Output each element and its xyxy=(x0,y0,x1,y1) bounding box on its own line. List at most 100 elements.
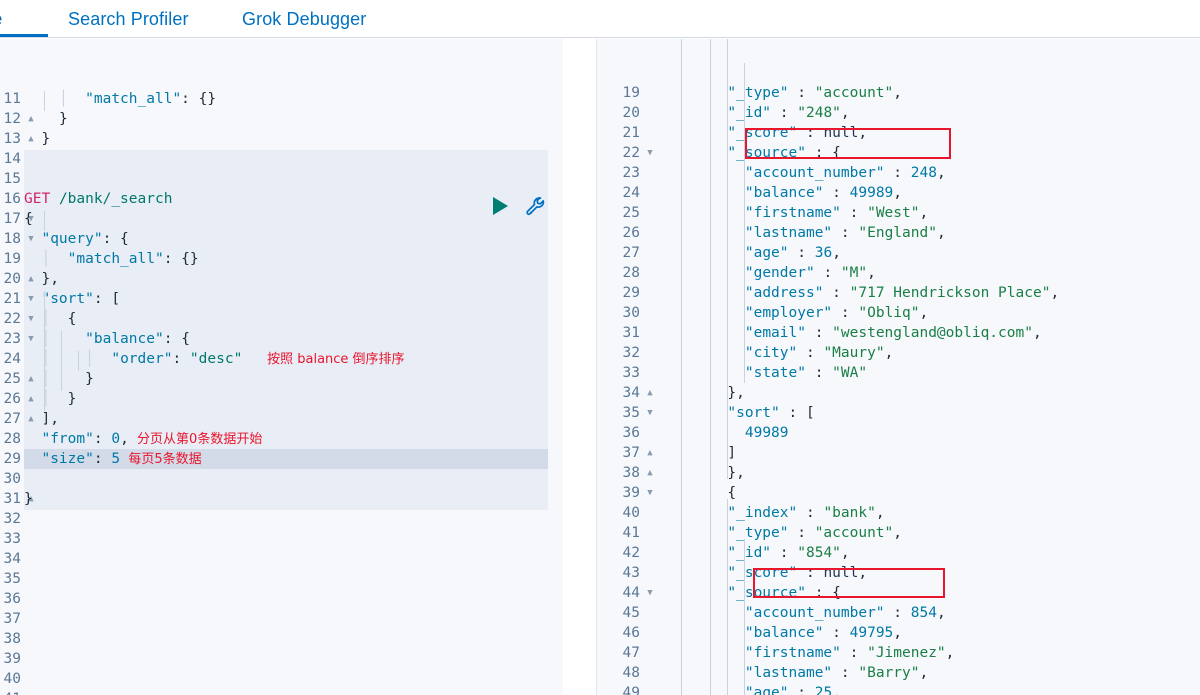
code-line[interactable] xyxy=(24,649,563,669)
code-line[interactable]: } xyxy=(24,109,563,129)
indent-guide xyxy=(44,211,45,231)
fold-up-icon[interactable]: ▲ xyxy=(645,443,655,463)
code-line[interactable]: }, xyxy=(24,269,563,289)
code-line[interactable]: │ "balance": { xyxy=(24,329,563,349)
tab-console[interactable]: ole xyxy=(0,0,2,38)
code-line[interactable]: { xyxy=(24,209,563,229)
code-line[interactable]: "email" : "westengland@obliq.com", xyxy=(675,323,1200,343)
code-line[interactable]: "age" : 36, xyxy=(675,243,1200,263)
fold-down-icon[interactable]: ▼ xyxy=(645,143,655,163)
code-line[interactable]: "_type" : "account", xyxy=(675,523,1200,543)
code-line[interactable]: │ { xyxy=(24,309,563,329)
line-number: 20 ▲ xyxy=(0,269,34,289)
code-line[interactable]: "firstname" : "Jimenez", xyxy=(675,643,1200,663)
fold-up-icon[interactable]: ▲ xyxy=(645,463,655,483)
fold-down-icon[interactable]: ▼ xyxy=(645,403,655,423)
fold-down-icon[interactable]: ▼ xyxy=(645,583,655,603)
code-line[interactable]: "_score" : null, xyxy=(675,123,1200,143)
line-number: 23 xyxy=(622,165,640,181)
code-line[interactable]: GET /bank/_search xyxy=(24,189,563,209)
code-line[interactable]: "_id" : "854", xyxy=(675,543,1200,563)
code-line[interactable] xyxy=(24,629,563,649)
code-line[interactable] xyxy=(24,569,563,589)
response-output-pane[interactable]: 19 20 21 22 ▼ 23 24 25 26 27 28 29 30 31 32 33 34 ▲ 35 ▼ 36 3… xyxy=(597,39,1200,695)
pane-resize-handle[interactable] xyxy=(563,39,1144,695)
fold-down-icon[interactable]: ▼ xyxy=(645,483,655,503)
code-line[interactable]: "size": 5 每页5条数据 xyxy=(24,449,563,469)
code-line[interactable]: }, xyxy=(675,383,1200,403)
line-number: 34 ▲ xyxy=(597,383,653,403)
code-line[interactable]: "city" : "Maury", xyxy=(675,343,1200,363)
line-number: 16 xyxy=(3,191,21,207)
tab-console-label: ole xyxy=(0,9,2,30)
code-line[interactable]: "state" : "WA" xyxy=(675,363,1200,383)
code-line[interactable] xyxy=(24,529,563,549)
code-line[interactable]: 49989 xyxy=(675,423,1200,443)
line-number: 42 xyxy=(622,545,640,561)
fold-up-icon[interactable]: ▲ xyxy=(645,383,655,403)
wrench-icon[interactable] xyxy=(524,195,548,219)
line-number: 31 xyxy=(622,325,640,341)
code-line[interactable]: "_index" : "bank", xyxy=(675,503,1200,523)
play-icon[interactable] xyxy=(489,195,511,217)
code-line[interactable]: "_score" : null, xyxy=(675,563,1200,583)
code-line[interactable]: "sort" : [ xyxy=(675,403,1200,423)
code-line[interactable] xyxy=(24,549,563,569)
annotation-note: 按照 balance 倒序排序 xyxy=(242,352,405,367)
request-editor-pane[interactable]: 11 12 ▲ 13 ▲ 14 15 16 17 ▼ 18 ▼ 19 20 ▲ 21 ▼ 22 ▼ 23 ▼ 24 25 ▲ 2… xyxy=(0,39,563,695)
code-line[interactable]: "firstname" : "West", xyxy=(675,203,1200,223)
line-number: 41 xyxy=(622,525,640,541)
code-line[interactable]: "sort": [ xyxy=(24,289,563,309)
line-number: 30 xyxy=(3,471,21,487)
code-line[interactable]: │ } xyxy=(24,389,563,409)
code-line[interactable]: "lastname" : "England", xyxy=(675,223,1200,243)
line-number: 22 ▼ xyxy=(597,143,653,163)
code-line[interactable]: } xyxy=(24,489,563,509)
code-line[interactable] xyxy=(24,169,563,189)
code-line[interactable] xyxy=(24,509,563,529)
line-number: 37 ▲ xyxy=(597,443,653,463)
code-line[interactable] xyxy=(24,689,563,695)
output-code-text[interactable]: "_type" : "account", "_id" : "248", "_sc… xyxy=(675,83,1200,695)
editor-code-text[interactable]: │ "match_all": {} } } GET /bank/_search{ … xyxy=(24,89,563,695)
code-line[interactable]: "employer" : "Obliq", xyxy=(675,303,1200,323)
code-line[interactable] xyxy=(24,669,563,689)
line-number: 39 xyxy=(3,651,21,667)
tab-grok-debugger[interactable]: Grok Debugger xyxy=(242,0,366,38)
line-number: 18 ▼ xyxy=(0,229,34,249)
code-line[interactable]: }, xyxy=(675,463,1200,483)
code-line[interactable]: │ "match_all": {} xyxy=(24,249,563,269)
code-line[interactable]: "balance" : 49795, xyxy=(675,623,1200,643)
code-line[interactable]: "account_number" : 248, xyxy=(675,163,1200,183)
code-line[interactable]: "account_number" : 854, xyxy=(675,603,1200,623)
code-line[interactable]: "_id" : "248", xyxy=(675,103,1200,123)
code-line[interactable]: │ } xyxy=(24,369,563,389)
line-number: 32 xyxy=(622,345,640,361)
code-line[interactable]: "from": 0, 分页从第0条数据开始 xyxy=(24,429,563,449)
line-number: 27 xyxy=(622,245,640,261)
code-line[interactable]: "age" : 25, xyxy=(675,683,1200,695)
code-line[interactable]: "balance" : 49989, xyxy=(675,183,1200,203)
code-line[interactable]: "query": { xyxy=(24,229,563,249)
line-number: 46 xyxy=(622,625,640,641)
tab-search-profiler[interactable]: Search Profiler xyxy=(68,0,189,38)
code-line[interactable]: │ "match_all": {} xyxy=(24,89,563,109)
code-line[interactable]: "gender" : "M", xyxy=(675,263,1200,283)
line-number: 36 xyxy=(622,425,640,441)
code-line[interactable] xyxy=(24,609,563,629)
code-line[interactable] xyxy=(24,469,563,489)
code-line[interactable] xyxy=(24,149,563,169)
code-line[interactable]: "_type" : "account", xyxy=(675,83,1200,103)
code-line[interactable]: │ │ "order": "desc" 按照 balance 倒序排序 xyxy=(24,349,563,369)
code-line[interactable]: ] xyxy=(675,443,1200,463)
code-line[interactable]: "lastname" : "Barry", xyxy=(675,663,1200,683)
line-number: 11 xyxy=(3,91,21,107)
code-line[interactable]: "address" : "717 Hendrickson Place", xyxy=(675,283,1200,303)
code-line[interactable] xyxy=(24,589,563,609)
code-line[interactable]: } xyxy=(24,129,563,149)
code-line[interactable]: { xyxy=(675,483,1200,503)
line-number: 35 ▼ xyxy=(597,403,653,423)
code-line[interactable]: "_source" : { xyxy=(675,583,1200,603)
code-line[interactable]: ], xyxy=(24,409,563,429)
code-line[interactable]: "_source" : { xyxy=(675,143,1200,163)
